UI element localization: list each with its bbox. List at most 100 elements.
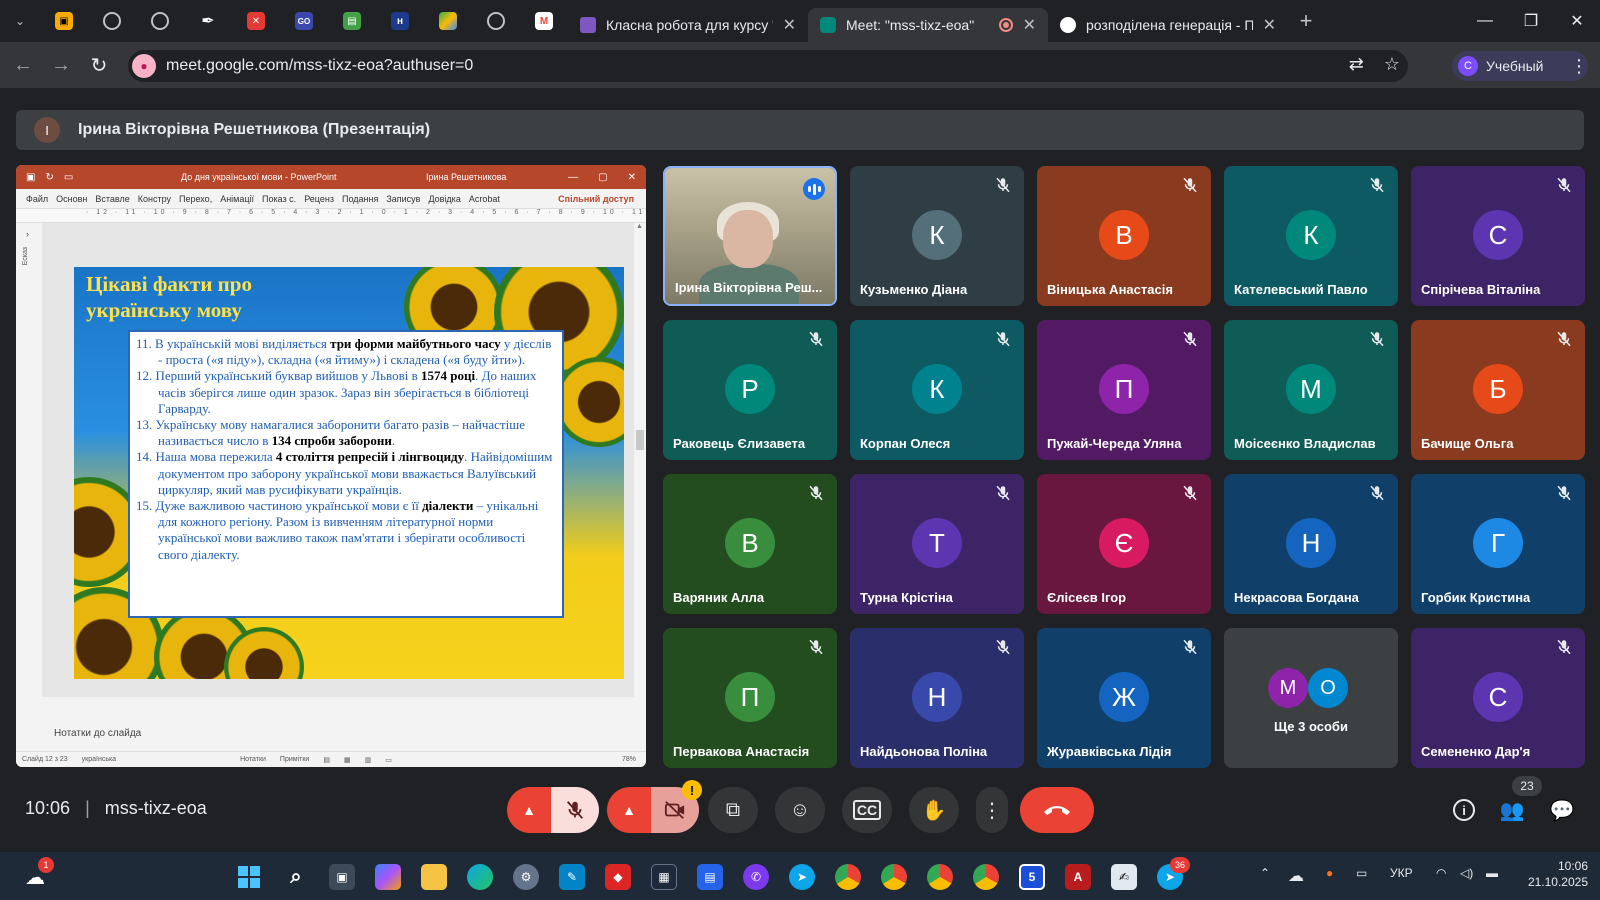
pinned-tab-4[interactable]: ✒ <box>184 0 232 42</box>
pinned-tab-11[interactable]: M <box>520 0 568 42</box>
participant-name: Єлісеєв Ігор <box>1047 590 1127 605</box>
tray-chevron-icon[interactable]: ⌃ <box>1260 866 1270 880</box>
viber-icon[interactable]: ✆ <box>743 864 769 890</box>
minimize-icon[interactable]: — <box>1462 0 1508 42</box>
participant-tile[interactable]: К Корпан Олеся <box>850 320 1024 460</box>
participant-tile[interactable]: К Кузьменко Діана <box>850 166 1024 306</box>
participant-name: Ірина Вікторівна Реш... <box>675 280 823 295</box>
audio-options-button[interactable]: ▲ <box>507 787 551 833</box>
edge-icon[interactable] <box>467 864 493 890</box>
chrome-icon[interactable] <box>973 864 999 890</box>
captions-button[interactable]: CC <box>842 787 892 833</box>
participant-tile[interactable]: В Віницька Анастасія <box>1037 166 1211 306</box>
start-icon[interactable] <box>236 864 262 890</box>
mic-in-use-icon[interactable]: ● <box>1326 866 1333 880</box>
tab-meet[interactable]: Meet: "mss-tixz-eoa" ✕ <box>808 8 1048 42</box>
participant-tile-self[interactable]: Ірина Вікторівна Реш... <box>663 166 837 306</box>
restore-icon[interactable]: ❐ <box>1508 0 1554 42</box>
browser-menu-icon[interactable]: ⋮ <box>1570 56 1588 77</box>
mic-toggle-button[interactable] <box>551 787 599 833</box>
participant-tile[interactable]: С Семененко Дар'я <box>1411 628 1585 768</box>
participant-tile[interactable]: М Моісеєнко Владислав <box>1224 320 1398 460</box>
screencast-icon[interactable]: 5 <box>1019 864 1045 890</box>
bookmark-star-icon[interactable]: ☆ <box>1384 54 1400 75</box>
pinned-tab-1[interactable]: ▣ <box>40 0 88 42</box>
ppt-status-bar: Слайд 12 з 23 українська Нотатки Примітк… <box>16 751 646 767</box>
chrome-icon[interactable] <box>927 864 953 890</box>
file-explorer-icon[interactable] <box>421 864 447 890</box>
battery-icon[interactable]: ▬ <box>1486 866 1498 880</box>
video-options-button[interactable]: ▲ <box>607 787 651 833</box>
pinned-tab-9[interactable] <box>424 0 472 42</box>
onedrive-icon[interactable]: ☁ <box>1288 866 1304 886</box>
participant-avatar: П <box>1099 364 1149 414</box>
language-indicator[interactable]: УКР <box>1390 866 1413 880</box>
participant-tile[interactable]: Р Раковець Єлизавета <box>663 320 837 460</box>
close-window-icon[interactable]: ✕ <box>1554 0 1600 42</box>
shared-presentation[interactable]: ▣ ↻ ▭ До дня української мови - PowerPoint… <box>16 165 646 767</box>
leave-call-button[interactable] <box>1020 787 1094 833</box>
back-icon[interactable]: ← <box>4 54 42 77</box>
taskbar-clock[interactable]: 10:06 21.10.2025 <box>1518 858 1588 890</box>
clock-time: 10:06 <box>1557 859 1588 873</box>
pinned-tab-6[interactable]: GO <box>280 0 328 42</box>
chrome-icon[interactable] <box>881 864 907 890</box>
participant-tile[interactable]: Б Бачище Ольга <box>1411 320 1585 460</box>
close-icon[interactable]: ✕ <box>1023 15 1036 35</box>
profile-button[interactable]: С Учебный <box>1452 51 1588 81</box>
participant-tile[interactable]: Т Турна Крістіна <box>850 474 1024 614</box>
store-icon[interactable]: ▦ <box>651 864 677 890</box>
pinned-tab-3[interactable] <box>136 0 184 42</box>
volume-icon[interactable]: ◁) <box>1460 866 1473 880</box>
display-icon[interactable]: ▭ <box>1356 866 1367 880</box>
anydesk-icon[interactable]: ◆ <box>605 864 631 890</box>
pinned-tab-5[interactable]: ✕ <box>232 0 280 42</box>
search-icon[interactable]: ⌕ <box>283 864 309 890</box>
tab-classroom[interactable]: Класна робота для курсу "10- ✕ <box>568 8 808 42</box>
telegram-icon[interactable]: ➤ <box>789 864 815 890</box>
acrobat-icon[interactable]: A <box>1065 864 1091 890</box>
participant-tile[interactable]: С Спірічева Віталіна <box>1411 166 1585 306</box>
pen-app-icon[interactable]: ✍ <box>1111 864 1137 890</box>
url-text[interactable]: meet.google.com/mss-tixz-eoa?authuser=0 <box>166 57 473 75</box>
mic-indicator-icon[interactable]: ● <box>132 54 156 78</box>
meeting-details-button[interactable]: i <box>1446 787 1482 833</box>
raise-hand-button[interactable]: ✋ <box>909 787 959 833</box>
reactions-button[interactable]: ☺ <box>775 787 825 833</box>
reload-icon[interactable]: ↻ <box>80 53 118 78</box>
pinned-tab-7[interactable]: ▤ <box>328 0 376 42</box>
participant-tile[interactable]: В Варяник Алла <box>663 474 837 614</box>
participant-tile[interactable]: Г Горбик Кристина <box>1411 474 1585 614</box>
participant-tile[interactable]: Є Єлісеєв Ігор <box>1037 474 1211 614</box>
settings-gear-icon[interactable]: ⚙ <box>513 864 539 890</box>
translate-icon[interactable]: ⇄ <box>1349 54 1364 75</box>
chat-button[interactable]: 💬 <box>1542 787 1582 833</box>
wifi-icon[interactable]: ◠ <box>1436 866 1446 880</box>
pinned-tab-2[interactable] <box>88 0 136 42</box>
new-tab-button[interactable]: + <box>1288 8 1324 34</box>
document-icon[interactable]: ▤ <box>697 864 723 890</box>
participant-tile[interactable]: Н Найдьонова Поліна <box>850 628 1024 768</box>
pinned-tab-10[interactable] <box>472 0 520 42</box>
ppt-title-bar: ▣ ↻ ▭ До дня української мови - PowerPoint… <box>16 165 646 189</box>
more-options-button[interactable]: ⋮ <box>976 787 1008 833</box>
copilot-icon[interactable] <box>375 864 401 890</box>
task-view-icon[interactable]: ▣ <box>329 864 355 890</box>
tab-google-search[interactable]: розподілена генерація - Пошу ✕ <box>1048 8 1288 42</box>
participant-tile[interactable]: Ж Журавківська Лідія <box>1037 628 1211 768</box>
close-icon[interactable]: ✕ <box>783 15 796 35</box>
close-icon[interactable]: ✕ <box>1263 15 1276 35</box>
present-screen-button[interactable]: ⧉ <box>708 787 758 833</box>
tab-search-chevron-icon[interactable]: ⌄ <box>0 0 40 42</box>
pinned-tab-8[interactable]: н <box>376 0 424 42</box>
forward-icon[interactable]: → <box>42 54 80 77</box>
participant-tile[interactable]: Н Некрасова Богдана <box>1224 474 1398 614</box>
participant-tile[interactable]: П Первакова Анастасія <box>663 628 837 768</box>
save-icon: ▣ <box>26 171 36 183</box>
chrome-icon[interactable] <box>835 864 861 890</box>
app-icon[interactable]: ✎ <box>559 864 585 890</box>
participant-tile[interactable]: К Кателевський Павло <box>1224 166 1398 306</box>
participant-tile[interactable]: П Пужай-Череда Уляна <box>1037 320 1211 460</box>
address-bar[interactable]: ● meet.google.com/mss-tixz-eoa?authuser=… <box>128 50 1408 82</box>
others-tile[interactable]: М О Ще 3 особи <box>1224 628 1398 768</box>
